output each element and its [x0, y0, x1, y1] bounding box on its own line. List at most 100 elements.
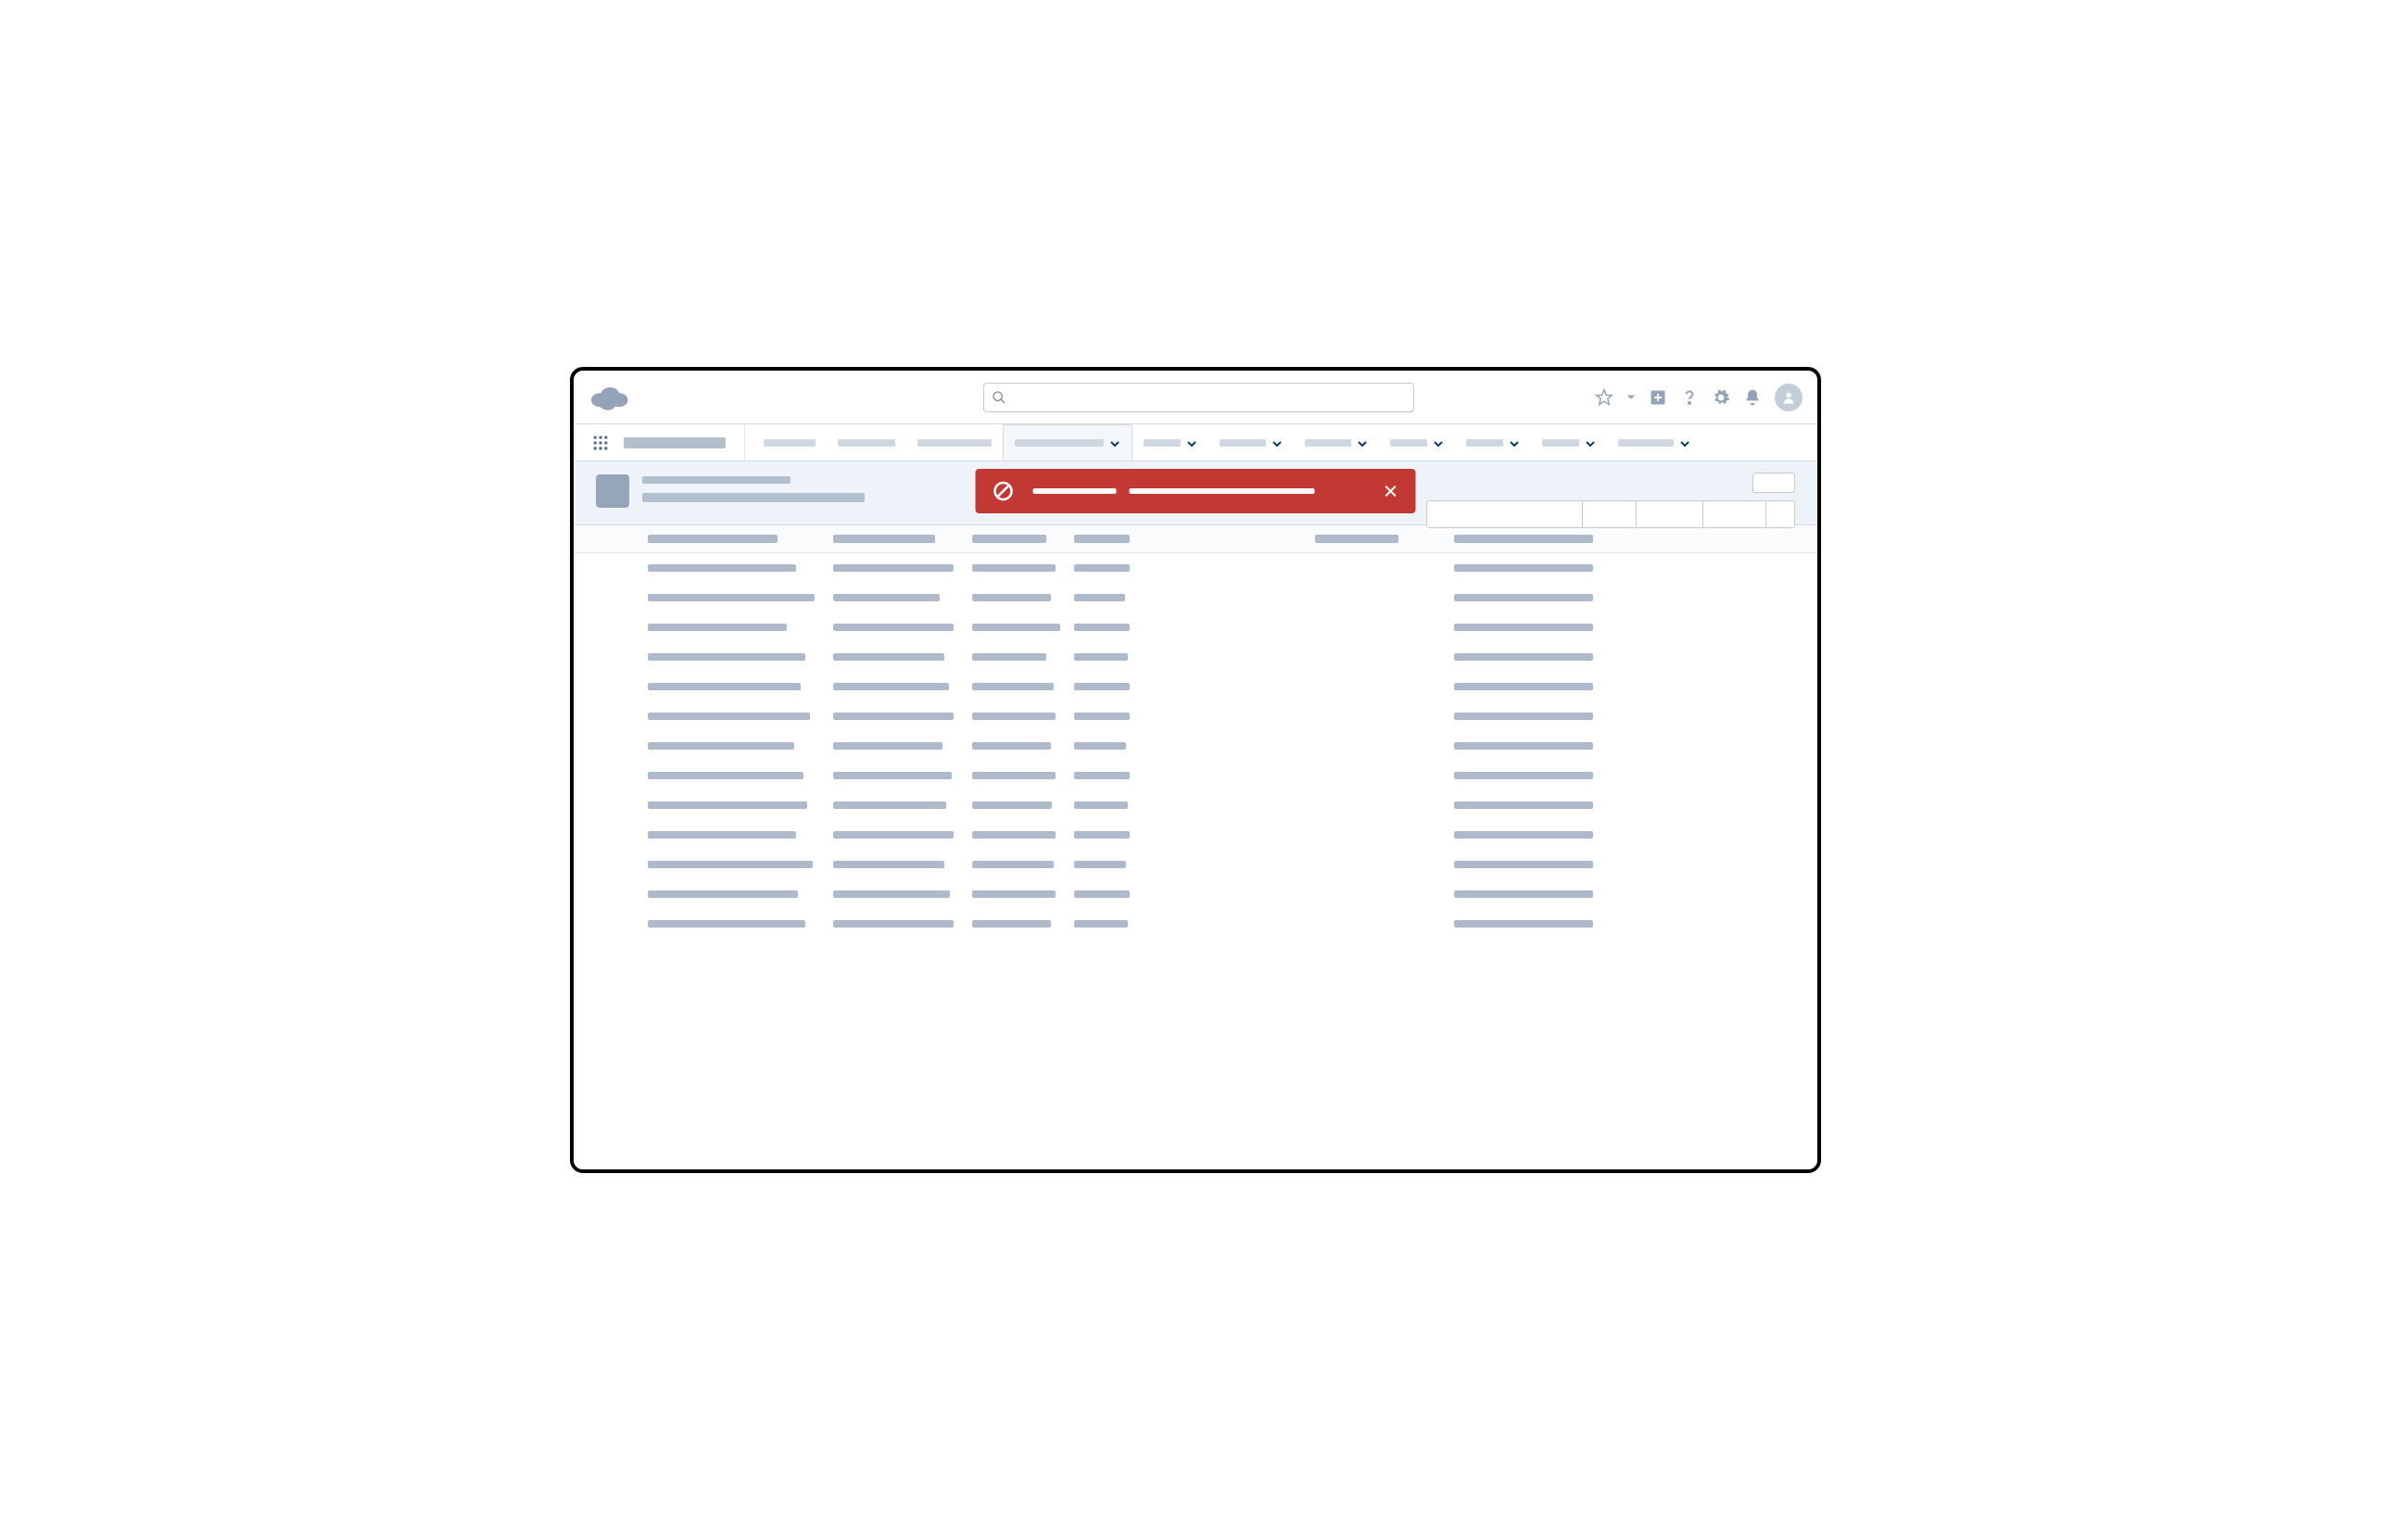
cell: [972, 653, 1074, 661]
column-header-1[interactable]: [833, 535, 972, 543]
chevron-down-icon[interactable]: [1186, 437, 1197, 448]
nav-tab-5[interactable]: [1208, 424, 1294, 461]
cell: [972, 564, 1074, 572]
chevron-down-icon[interactable]: [1433, 437, 1444, 448]
cell-value: [1537, 802, 1593, 809]
cell-value: [1074, 624, 1130, 631]
page-actions: [1426, 473, 1795, 528]
global-header: [574, 371, 1817, 424]
page-action-4[interactable]: [1766, 501, 1794, 527]
column-header-label: [1537, 535, 1593, 543]
cell: [833, 802, 972, 809]
chevron-down-icon[interactable]: [1626, 393, 1636, 402]
table-row[interactable]: [574, 879, 1817, 909]
cell: [833, 653, 972, 661]
cell-value: [648, 890, 798, 898]
nav-tab-9[interactable]: [1531, 424, 1607, 461]
nav-tab-4[interactable]: [1132, 424, 1208, 461]
column-header-3[interactable]: [1074, 535, 1167, 543]
cell: [1074, 802, 1167, 809]
table-row[interactable]: [574, 701, 1817, 731]
nav-tab-0[interactable]: [753, 424, 827, 461]
page-action-group: [1426, 500, 1795, 528]
cell: [972, 772, 1074, 779]
cell: [1315, 564, 1454, 572]
chevron-down-icon[interactable]: [1679, 437, 1690, 448]
table-row[interactable]: [574, 790, 1817, 820]
add-icon[interactable]: [1649, 388, 1667, 407]
cell: [833, 594, 972, 601]
column-header-7[interactable]: [1537, 535, 1817, 543]
cell: [1167, 890, 1315, 898]
nav-tab-7[interactable]: [1379, 424, 1455, 461]
table-row[interactable]: [574, 761, 1817, 790]
column-header-label: [972, 535, 1046, 543]
cell: [1315, 802, 1454, 809]
cell: [1537, 713, 1817, 720]
table-row[interactable]: [574, 553, 1817, 583]
column-header-2[interactable]: [972, 535, 1074, 543]
table-row[interactable]: [574, 850, 1817, 879]
global-search-input[interactable]: [983, 383, 1414, 412]
cell-value: [1074, 772, 1130, 779]
cell-value: [648, 624, 787, 631]
favorite-icon[interactable]: [1595, 388, 1613, 407]
nav-tab-2[interactable]: [906, 424, 1003, 461]
nav-tab-label: [1305, 439, 1351, 447]
nav-tab-8[interactable]: [1455, 424, 1531, 461]
column-header-4[interactable]: [1167, 535, 1315, 543]
cell: [1537, 890, 1817, 898]
cell-value: [972, 624, 1060, 631]
table-row[interactable]: [574, 731, 1817, 761]
cell: [1074, 772, 1167, 779]
cell: [1537, 831, 1817, 839]
cell: [1454, 861, 1537, 868]
cell: [1537, 624, 1817, 631]
cell-value: [648, 594, 815, 601]
cell-value: [972, 772, 1056, 779]
nav-tab-10[interactable]: [1607, 424, 1702, 461]
chevron-down-icon[interactable]: [1271, 437, 1283, 448]
column-header-6[interactable]: [1454, 535, 1537, 543]
table-row[interactable]: [574, 583, 1817, 612]
cell: [1315, 624, 1454, 631]
help-icon[interactable]: [1680, 388, 1699, 407]
cell-value: [648, 802, 807, 809]
table-row[interactable]: [574, 909, 1817, 939]
page-action-2[interactable]: [1637, 501, 1703, 527]
app-launcher-icon[interactable]: [587, 424, 614, 461]
toast-close-icon[interactable]: [1383, 483, 1399, 499]
page-action-small[interactable]: [1752, 473, 1795, 493]
page-action-1[interactable]: [1583, 501, 1637, 527]
cell: [1454, 713, 1537, 720]
chevron-down-icon[interactable]: [1509, 437, 1520, 448]
nav-tab-6[interactable]: [1294, 424, 1379, 461]
page-action-3[interactable]: [1703, 501, 1766, 527]
nav-tab-1[interactable]: [827, 424, 906, 461]
notifications-icon[interactable]: [1743, 388, 1762, 407]
chevron-down-icon[interactable]: [1357, 437, 1368, 448]
user-avatar[interactable]: [1775, 384, 1803, 411]
table-row[interactable]: [574, 820, 1817, 850]
cell: [1167, 831, 1315, 839]
nav-tab-3[interactable]: [1003, 424, 1132, 461]
settings-icon[interactable]: [1712, 388, 1730, 407]
cell: [1167, 772, 1315, 779]
page-action-0[interactable]: [1427, 501, 1583, 527]
cell: [1315, 713, 1454, 720]
page-header: [574, 461, 1817, 525]
chevron-down-icon[interactable]: [1109, 437, 1120, 448]
cell: [648, 683, 833, 690]
cell-value: [1537, 831, 1593, 839]
column-header-5[interactable]: [1315, 535, 1454, 543]
table-row[interactable]: [574, 612, 1817, 642]
table-row[interactable]: [574, 672, 1817, 701]
cell: [1315, 742, 1454, 750]
cell-value: [1537, 713, 1593, 720]
cell: [1537, 742, 1817, 750]
table-row[interactable]: [574, 642, 1817, 672]
nav-tab-label: [838, 439, 895, 447]
cell: [1454, 772, 1537, 779]
column-header-0[interactable]: [648, 535, 833, 543]
chevron-down-icon[interactable]: [1585, 437, 1596, 448]
